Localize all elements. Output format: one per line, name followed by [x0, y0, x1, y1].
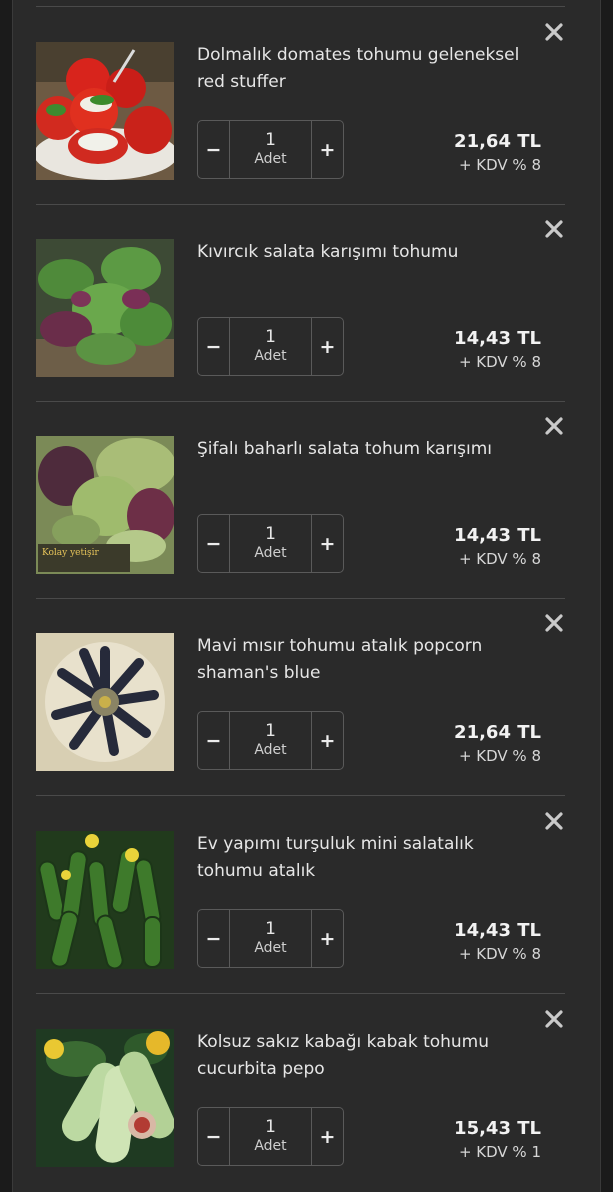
quantity-display[interactable]: 1 Adet	[229, 910, 312, 967]
product-title[interactable]: Kıvırcık salata karışımı tohumu	[197, 239, 542, 266]
decrease-quantity-button[interactable]: −	[198, 121, 230, 178]
vat-note: + KDV % 1	[458, 1143, 541, 1161]
vat-note: + KDV % 8	[458, 747, 541, 765]
close-icon	[545, 417, 563, 435]
quantity-value: 1	[265, 327, 276, 347]
quantity-stepper: − 1 Adet +	[197, 909, 344, 968]
divider	[36, 993, 565, 994]
increase-quantity-button[interactable]: +	[311, 121, 343, 178]
quantity-display[interactable]: 1 Adet	[229, 121, 312, 178]
increase-quantity-button[interactable]: +	[311, 712, 343, 769]
price-block: 14,43 TL + KDV % 8	[454, 524, 541, 570]
cart-item-herb-salad-mix: Kolay yetişir Şifalı baharlı salata tohu…	[36, 402, 565, 599]
remove-item-button[interactable]	[542, 414, 566, 438]
quantity-stepper: − 1 Adet +	[197, 514, 344, 573]
product-title[interactable]: Dolmalık domates tohumu geleneksel red s…	[197, 42, 542, 96]
quantity-display[interactable]: 1 Adet	[229, 712, 312, 769]
price-block: 15,43 TL + KDV % 1	[454, 1117, 541, 1163]
quantity-value: 1	[265, 919, 276, 939]
quantity-unit: Adet	[254, 1138, 287, 1154]
product-title[interactable]: Mavi mısır tohumu atalık popcorn shaman'…	[197, 633, 542, 687]
cart-item-zucchini: Kolsuz sakız kabağı kabak tohumu cucurbi…	[36, 995, 565, 1192]
quantity-value: 1	[265, 524, 276, 544]
remove-item-button[interactable]	[542, 1007, 566, 1031]
decrease-quantity-button[interactable]: −	[198, 1108, 230, 1165]
product-title[interactable]: Kolsuz sakız kabağı kabak tohumu cucurbi…	[197, 1029, 542, 1083]
product-image-zucchini[interactable]	[36, 1029, 174, 1167]
quantity-stepper: − 1 Adet +	[197, 1107, 344, 1166]
quantity-stepper: − 1 Adet +	[197, 120, 344, 179]
cart-item-lettuce-mix: Kıvırcık salata karışımı tohumu − 1 Adet…	[36, 205, 565, 402]
price-block: 14,43 TL + KDV % 8	[454, 327, 541, 373]
product-image-blue-corn[interactable]	[36, 633, 174, 771]
quantity-unit: Adet	[254, 348, 287, 364]
vat-note: + KDV % 8	[458, 945, 541, 963]
price-amount: 21,64 TL	[454, 131, 541, 152]
divider	[36, 795, 565, 796]
product-image-lettuce-mix[interactable]	[36, 239, 174, 377]
remove-item-button[interactable]	[542, 611, 566, 635]
vat-note: + KDV % 8	[458, 156, 541, 174]
quantity-display[interactable]: 1 Adet	[229, 318, 312, 375]
remove-item-button[interactable]	[542, 20, 566, 44]
remove-item-button[interactable]	[542, 217, 566, 241]
cart-item-tomato: Dolmalık domates tohumu geleneksel red s…	[36, 8, 565, 205]
price-amount: 15,43 TL	[454, 1118, 541, 1139]
quantity-display[interactable]: 1 Adet	[229, 1108, 312, 1165]
price-block: 14,43 TL + KDV % 8	[454, 919, 541, 965]
product-title[interactable]: Ev yapımı turşuluk mini salatalık tohumu…	[197, 831, 542, 885]
close-icon	[545, 1010, 563, 1028]
price-block: 21,64 TL + KDV % 8	[454, 721, 541, 767]
close-icon	[545, 220, 563, 238]
increase-quantity-button[interactable]: +	[311, 318, 343, 375]
increase-quantity-button[interactable]: +	[311, 1108, 343, 1165]
quantity-display[interactable]: 1 Adet	[229, 515, 312, 572]
divider	[36, 6, 565, 7]
quantity-unit: Adet	[254, 545, 287, 561]
quantity-unit: Adet	[254, 742, 287, 758]
close-icon	[545, 812, 563, 830]
decrease-quantity-button[interactable]: −	[198, 910, 230, 967]
quantity-value: 1	[265, 721, 276, 741]
product-title[interactable]: Şifalı baharlı salata tohum karışımı	[197, 436, 542, 463]
quantity-stepper: − 1 Adet +	[197, 711, 344, 770]
product-image-herb-salad-mix[interactable]: Kolay yetişir	[36, 436, 174, 574]
close-icon	[545, 23, 563, 41]
price-amount: 14,43 TL	[454, 525, 541, 546]
price-amount: 21,64 TL	[454, 722, 541, 743]
decrease-quantity-button[interactable]: −	[198, 318, 230, 375]
vat-note: + KDV % 8	[458, 550, 541, 568]
cart-item-mini-cucumber: Ev yapımı turşuluk mini salatalık tohumu…	[36, 797, 565, 994]
remove-item-button[interactable]	[542, 809, 566, 833]
decrease-quantity-button[interactable]: −	[198, 712, 230, 769]
quantity-unit: Adet	[254, 151, 287, 167]
brand-label: Kolay yetişir	[42, 548, 99, 558]
product-image-mini-cucumber[interactable]	[36, 831, 174, 969]
quantity-unit: Adet	[254, 940, 287, 956]
price-amount: 14,43 TL	[454, 328, 541, 349]
price-block: 21,64 TL + KDV % 8	[454, 130, 541, 176]
quantity-value: 1	[265, 130, 276, 150]
price-amount: 14,43 TL	[454, 920, 541, 941]
decrease-quantity-button[interactable]: −	[198, 515, 230, 572]
quantity-value: 1	[265, 1117, 276, 1137]
close-icon	[545, 614, 563, 632]
quantity-stepper: − 1 Adet +	[197, 317, 344, 376]
increase-quantity-button[interactable]: +	[311, 910, 343, 967]
increase-quantity-button[interactable]: +	[311, 515, 343, 572]
vat-note: + KDV % 8	[458, 353, 541, 371]
cart-item-blue-corn: Mavi mısır tohumu atalık popcorn shaman'…	[36, 599, 565, 796]
product-image-tomato[interactable]	[36, 42, 174, 180]
